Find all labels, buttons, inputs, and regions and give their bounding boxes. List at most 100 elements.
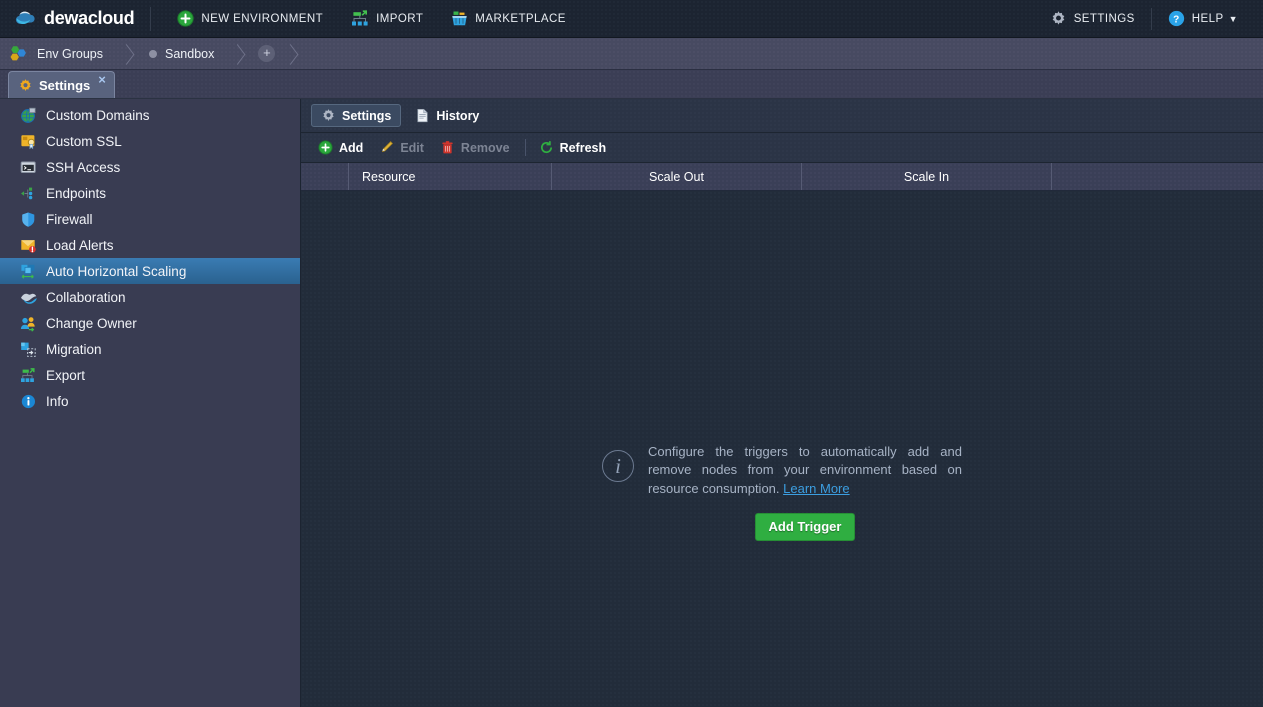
sidebar-item-info[interactable]: Info [0,388,300,414]
column-header-resource[interactable]: Resource [349,163,552,190]
gear-icon [321,108,336,123]
document-icon [415,108,430,123]
edit-button-label: Edit [400,140,424,155]
sidebar-item-label: Export [46,367,86,383]
migration-icon [20,341,37,358]
topbar-divider [1150,7,1152,30]
add-trigger-button[interactable]: Add Trigger [754,513,856,542]
top-navigation-bar: dewacloud NEW ENVIRONMENT IMPORT MARKETP… [0,0,1263,38]
breadcrumb-add-button[interactable]: + [250,38,281,69]
breadcrumb-separator [117,38,139,69]
sidebar-item-label: Info [46,393,69,409]
plus-circle-green-icon [177,10,195,27]
env-groups-icon [10,45,29,62]
brand-logo[interactable]: dewacloud [14,6,152,31]
terminal-icon [20,159,37,176]
application-window: dewacloud NEW ENVIRONMENT IMPORT MARKETP… [0,0,1263,707]
sidebar-item-export[interactable]: Export [0,362,300,388]
column-header-extra[interactable] [1052,163,1263,190]
import-nodes-icon [351,10,369,27]
sidebar-item-label: Change Owner [46,315,137,331]
tab-history-label: History [436,108,480,123]
sidebar-item-firewall[interactable]: Firewall [0,206,300,232]
column-header-select[interactable] [301,163,349,190]
load-alerts-icon [20,237,37,254]
new-environment-label: NEW ENVIRONMENT [201,12,324,25]
sidebar-item-change-owner[interactable]: Change Owner [0,310,300,336]
help-label: HELP [1191,12,1224,25]
sidebar-item-label: Endpoints [46,185,107,201]
sidebar-item-custom-ssl[interactable]: Custom SSL [0,128,300,154]
breadcrumb-env-groups[interactable]: Env Groups [0,38,117,69]
workspace: Custom Domains Custom SSL SSH Access End… [0,99,1263,707]
info-circle-icon [20,393,37,410]
certificate-icon [20,133,37,150]
refresh-button-label: Refresh [559,140,607,155]
breadcrumb-sandbox[interactable]: Sandbox [139,38,228,69]
sidebar-item-label: Collaboration [46,289,126,305]
sidebar-item-auto-horizontal-scaling[interactable]: Auto Horizontal Scaling [0,258,300,284]
breadcrumb-env-groups-label: Env Groups [37,46,104,61]
refresh-button[interactable]: Refresh [534,136,618,160]
tab-settings[interactable]: Settings [311,104,402,127]
edit-button[interactable]: Edit [374,136,435,160]
settings-label: SETTINGS [1073,12,1135,25]
sidebar-item-collaboration[interactable]: Collaboration [0,284,300,310]
close-icon[interactable]: × [98,73,106,86]
remove-button[interactable]: Remove [435,136,521,160]
empty-state-message: i Configure the triggers to automaticall… [602,443,962,498]
empty-state-text: Configure the triggers to automatically … [648,443,962,498]
grid-toolbar: Add Edit Remove Refresh [301,133,1263,163]
change-owner-icon [20,315,37,332]
breadcrumb-separator [228,38,250,69]
svg-text:?: ? [1173,14,1180,25]
table-body: i Configure the triggers to automaticall… [301,191,1263,707]
plus-circle-green-icon [318,140,333,155]
chevron-down-icon: ▼ [1228,13,1238,24]
panel-tabs: Settings History [301,99,1263,133]
trash-icon [440,140,455,155]
sidebar-item-load-alerts[interactable]: Load Alerts [0,232,300,258]
export-icon [20,367,37,384]
sidebar-item-label: Auto Horizontal Scaling [46,263,187,279]
remove-button-label: Remove [460,140,510,155]
breadcrumb-separator [281,38,303,69]
globe-icon [20,107,37,124]
window-tab-strip: Settings × [0,70,1263,99]
settings-sidebar: Custom Domains Custom SSL SSH Access End… [0,99,301,707]
sidebar-item-label: Custom SSL [46,133,122,149]
tab-settings-label: Settings [39,77,91,93]
sidebar-item-endpoints[interactable]: Endpoints [0,180,300,206]
column-header-scale-in[interactable]: Scale In [802,163,1052,190]
sidebar-item-custom-domains[interactable]: Custom Domains [0,102,300,128]
sidebar-item-migration[interactable]: Migration [0,336,300,362]
sidebar-item-ssh-access[interactable]: SSH Access [0,154,300,180]
pencil-icon [379,140,394,155]
breadcrumb-sandbox-label: Sandbox [165,46,215,61]
import-label: IMPORT [376,12,424,25]
learn-more-link[interactable]: Learn More [783,481,849,496]
horizontal-scaling-icon [20,263,37,280]
plus-icon: + [258,45,276,62]
add-button-label: Add [339,140,364,155]
sidebar-item-label: Migration [46,341,102,357]
tab-settings-label: Settings [342,108,392,123]
table-header: Resource Scale Out Scale In [301,163,1263,191]
sidebar-item-label: Custom Domains [46,107,150,123]
question-circle-icon: ? [1168,10,1185,27]
refresh-icon [539,140,554,155]
import-button[interactable]: IMPORT [337,0,437,37]
settings-button[interactable]: SETTINGS [1037,0,1148,37]
tab-history[interactable]: History [405,104,489,127]
endpoints-icon [20,185,37,202]
marketplace-button[interactable]: MARKETPLACE [437,0,580,37]
help-button[interactable]: ? HELP ▼ [1155,0,1251,37]
empty-state: i Configure the triggers to automaticall… [602,443,962,542]
tab-settings[interactable]: Settings × [8,71,115,98]
new-environment-button[interactable]: NEW ENVIRONMENT [163,0,337,37]
column-header-scale-out[interactable]: Scale Out [552,163,802,190]
status-dot-icon [149,49,158,58]
shield-icon [20,211,37,228]
add-button[interactable]: Add [313,136,374,160]
top-nav-items: NEW ENVIRONMENT IMPORT MARKETPLACE [163,0,580,37]
